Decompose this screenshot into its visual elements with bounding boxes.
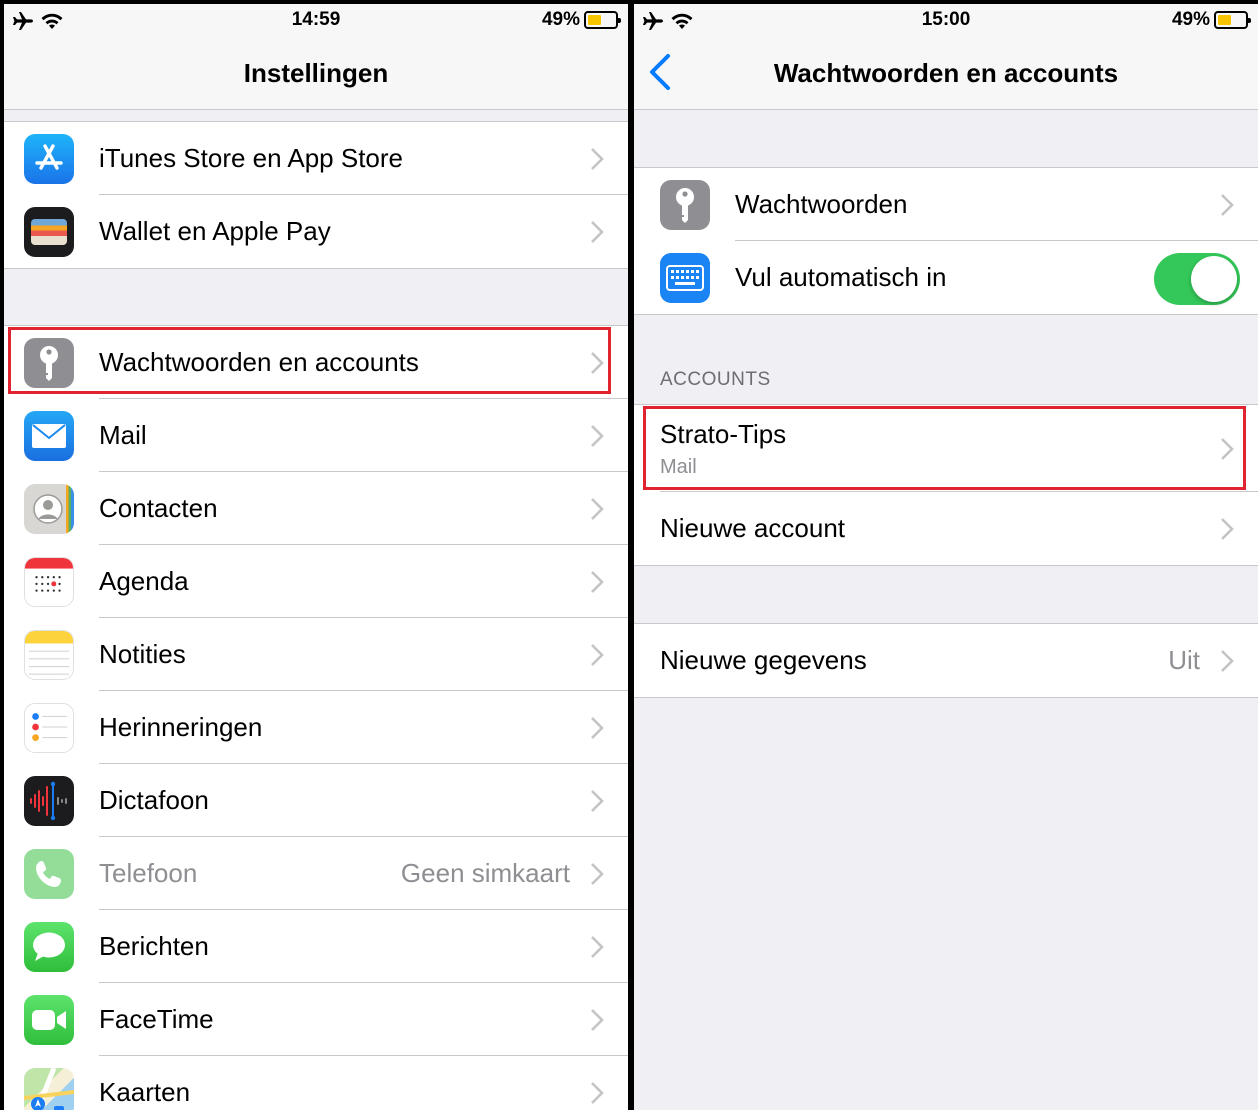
settings-item-contacts[interactable]: Contacten — [4, 472, 628, 545]
app-store-icon — [24, 134, 74, 184]
chevron-right-icon — [1221, 650, 1234, 672]
battery-icon — [584, 11, 621, 29]
settings-item-voice-memos[interactable]: Dictafoon — [4, 764, 628, 837]
settings-item-wallet[interactable]: Wallet en Apple Pay — [4, 195, 628, 268]
account-name: Strato-Tips — [660, 419, 787, 449]
battery-indicator: 49% — [1171, 9, 1251, 31]
chevron-right-icon — [591, 498, 604, 520]
screenshot-frame: 14:59 49% Instellingen iTunes Store en A… — [0, 0, 1258, 1110]
settings-item-mail[interactable]: Mail — [4, 399, 628, 472]
settings-item-label: Dictafoon — [99, 785, 209, 815]
status-time: 14:59 — [291, 9, 341, 30]
page-title: Wachtwoorden en accounts — [773, 58, 1119, 88]
battery-indicator: 49% — [541, 9, 621, 31]
settings-screen: 14:59 49% Instellingen iTunes Store en A… — [4, 4, 628, 1110]
chevron-right-icon — [591, 221, 604, 243]
notes-icon — [24, 630, 74, 680]
settings-item-label: Wachtwoorden en accounts — [99, 347, 419, 377]
chevron-right-icon — [591, 148, 604, 170]
settings-item-label: Wallet en Apple Pay — [99, 216, 331, 246]
reminders-icon — [24, 703, 74, 753]
fetch-group: Nieuwe gegevens Uit — [634, 623, 1258, 698]
chevron-right-icon — [591, 863, 604, 885]
settings-item-facetime[interactable]: FaceTime — [4, 983, 628, 1056]
wallet-icon — [24, 207, 74, 257]
settings-item-label: Agenda — [99, 566, 189, 596]
settings-item-label: iTunes Store en App Store — [99, 143, 404, 173]
settings-item-detail: Geen simkaart — [400, 858, 570, 888]
passwords-row[interactable]: Wachtwoorden — [634, 168, 1258, 241]
settings-item-label: Berichten — [99, 931, 209, 961]
accounts-section-header: ACCOUNTS — [660, 369, 771, 390]
settings-item-label: Notities — [99, 639, 186, 669]
account-type: Mail — [660, 456, 697, 478]
battery-percent: 49% — [1171, 9, 1210, 30]
account-row-strato-tips[interactable]: Strato-Tips Mail — [634, 405, 1258, 492]
fetch-value: Uit — [1168, 645, 1200, 675]
accounts-group: Strato-Tips Mail Nieuwe account — [634, 404, 1258, 566]
apps-group: Wachtwoorden en accounts Mail Contacten — [4, 325, 628, 1110]
new-account-row[interactable]: Nieuwe account — [634, 492, 1258, 565]
nav-bar: Wachtwoorden en accounts — [634, 38, 1258, 110]
settings-item-notes[interactable]: Notities — [4, 618, 628, 691]
settings-item-messages[interactable]: Berichten — [4, 910, 628, 983]
maps-icon — [24, 1068, 74, 1110]
voice-memos-icon — [24, 776, 74, 826]
messages-icon — [24, 922, 74, 972]
page-title: Instellingen — [243, 58, 389, 88]
chevron-right-icon — [1221, 518, 1234, 540]
key-icon — [660, 180, 710, 230]
facetime-icon — [24, 995, 74, 1045]
chevron-right-icon — [1221, 438, 1234, 460]
contacts-icon — [24, 484, 74, 534]
settings-item-maps[interactable]: Kaarten — [4, 1056, 628, 1110]
chevron-right-icon — [591, 717, 604, 739]
chevron-right-icon — [1221, 194, 1234, 216]
settings-item-label: Kaarten — [99, 1077, 191, 1107]
settings-item-calendar[interactable]: Agenda — [4, 545, 628, 618]
autofill-row: Vul automatisch in — [634, 241, 1258, 314]
status-bar: 14:59 49% — [4, 4, 628, 38]
settings-item-app-store[interactable]: iTunes Store en App Store — [4, 122, 628, 195]
passwords-group: Wachtwoorden Vul automatisch in — [634, 167, 1258, 315]
settings-item-label: Herinneringen — [99, 712, 263, 742]
chevron-right-icon — [591, 790, 604, 812]
chevron-right-icon — [591, 936, 604, 958]
chevron-right-icon — [591, 352, 604, 374]
settings-item-label: Contacten — [99, 493, 218, 523]
battery-percent: 49% — [541, 9, 580, 30]
settings-item-label: FaceTime — [99, 1004, 214, 1034]
fetch-label: Nieuwe gegevens — [660, 645, 867, 675]
mail-icon — [24, 411, 74, 461]
status-time: 15:00 — [921, 9, 971, 30]
key-icon — [24, 338, 74, 388]
chevron-right-icon — [591, 425, 604, 447]
chevron-right-icon — [591, 1009, 604, 1031]
store-group: iTunes Store en App Store Wallet en Appl… — [4, 121, 628, 269]
new-account-label: Nieuwe account — [660, 513, 845, 543]
status-bar: 15:00 49% — [634, 4, 1258, 38]
settings-item-phone[interactable]: Telefoon Geen simkaart — [4, 837, 628, 910]
settings-item-reminders[interactable]: Herinneringen — [4, 691, 628, 764]
autofill-label: Vul automatisch in — [735, 262, 947, 292]
settings-item-passwords-accounts[interactable]: Wachtwoorden en accounts — [4, 326, 628, 399]
chevron-right-icon — [591, 571, 604, 593]
battery-icon — [1214, 11, 1251, 29]
chevron-right-icon — [591, 1082, 604, 1104]
autofill-toggle[interactable] — [1154, 253, 1240, 305]
keyboard-icon — [660, 253, 710, 303]
calendar-icon — [24, 557, 74, 607]
phone-icon — [24, 849, 74, 899]
passwords-label: Wachtwoorden — [735, 189, 908, 219]
passwords-accounts-screen: 15:00 49% Wachtwoorden en accounts Wacht… — [634, 4, 1258, 1110]
chevron-right-icon — [591, 644, 604, 666]
settings-item-label: Telefoon — [99, 858, 198, 888]
settings-item-label: Mail — [99, 420, 147, 450]
nav-bar: Instellingen — [4, 38, 628, 110]
fetch-new-data-row[interactable]: Nieuwe gegevens Uit — [634, 624, 1258, 697]
